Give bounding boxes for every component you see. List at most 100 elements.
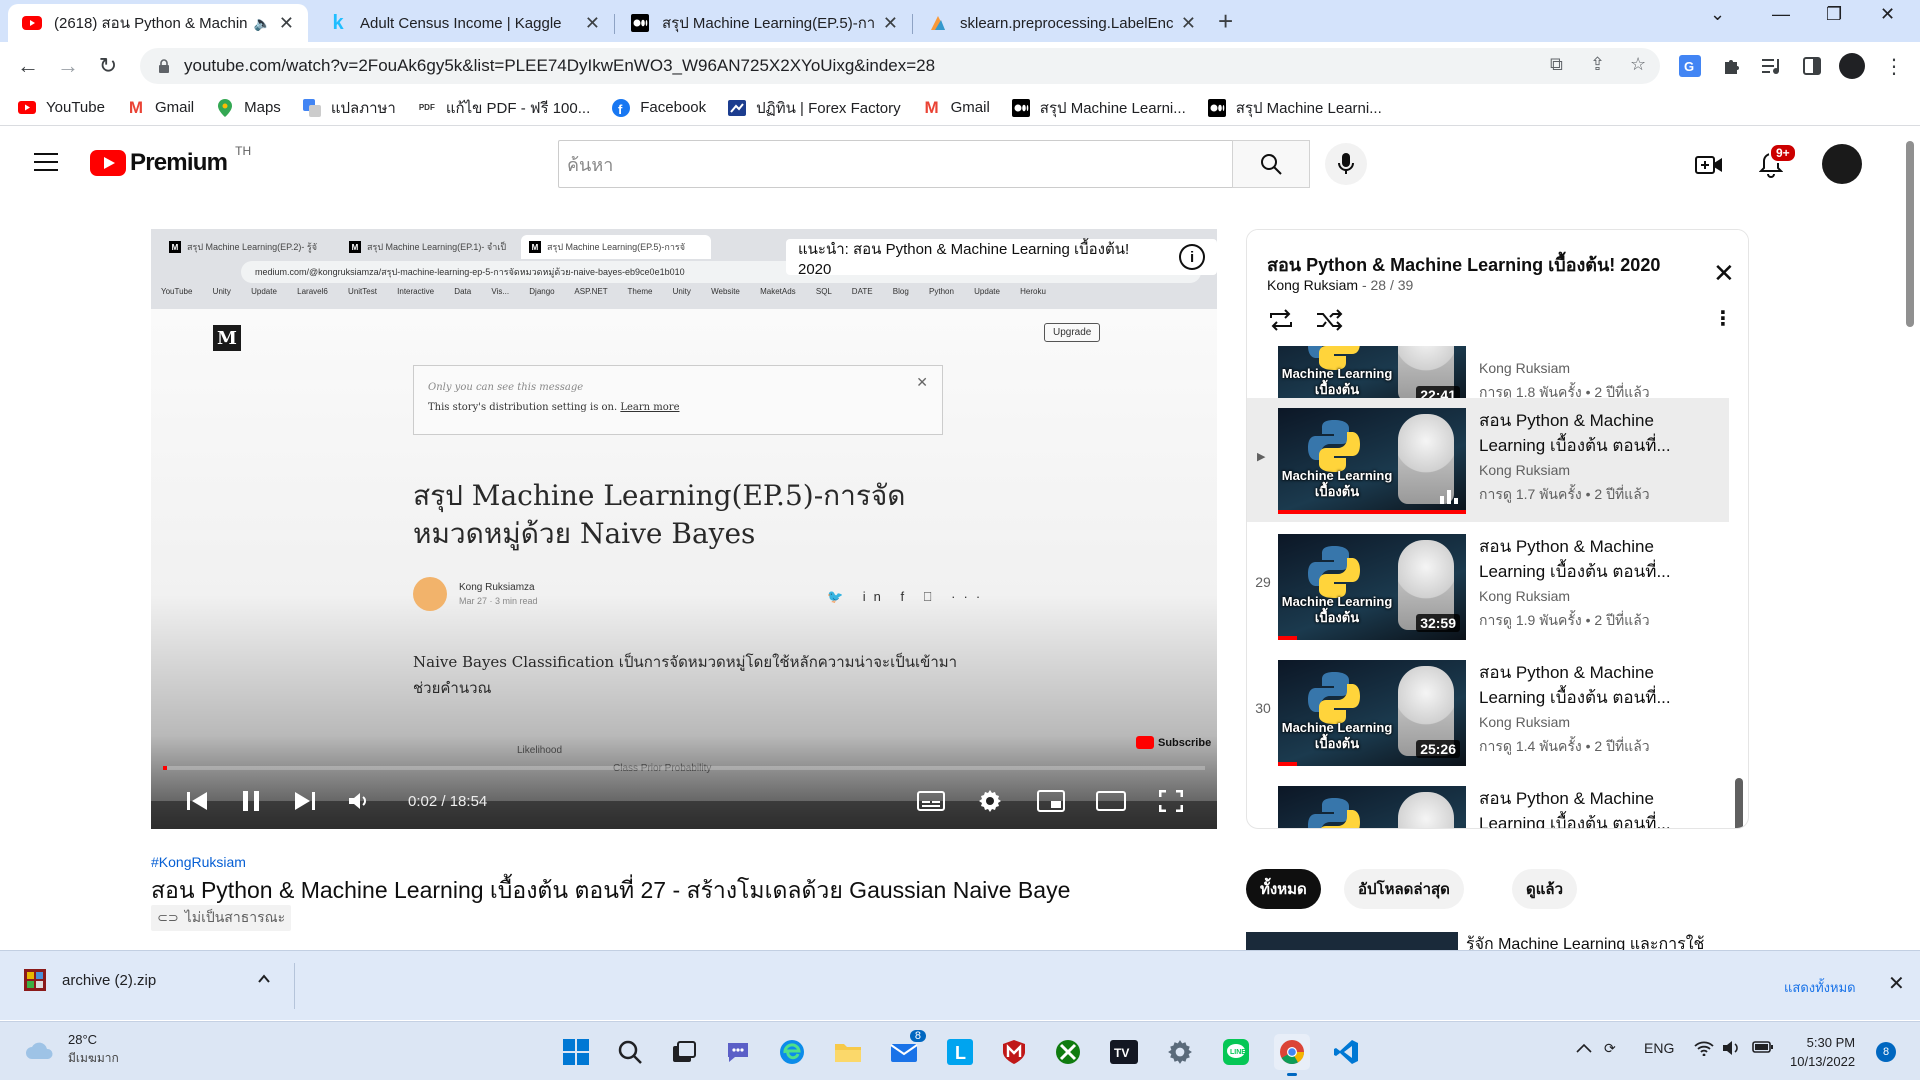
tab-medium[interactable]: สรุป Machine Learning(EP.5)-การจั ✕ [616, 4, 912, 42]
bookmark-medium-2[interactable]: สรุป Machine Learni... [1207, 96, 1382, 120]
settings-app-button[interactable] [1162, 1034, 1198, 1070]
miniplayer-button[interactable] [1035, 785, 1067, 817]
download-item[interactable]: archive (2).zip [24, 969, 156, 991]
scrollbar-thumb[interactable] [1906, 141, 1914, 327]
line-app-button[interactable]: LINE [1218, 1034, 1254, 1070]
close-tab-icon[interactable]: ✕ [1181, 13, 1196, 34]
extensions-icon[interactable] [1718, 52, 1746, 80]
weather-widget[interactable]: 28°C มีเมฆมาก [24, 1032, 119, 1068]
bookmark-maps[interactable]: Maps [216, 98, 281, 117]
new-tab-button[interactable]: + [1218, 6, 1233, 37]
notification-center-badge[interactable]: 8 [1876, 1042, 1896, 1062]
taskbar-search-button[interactable] [612, 1034, 648, 1070]
loop-icon[interactable] [1267, 306, 1295, 334]
bookmark-youtube[interactable]: YouTube [18, 99, 105, 117]
input-language[interactable]: ENG [1644, 1040, 1674, 1056]
page-scrollbar[interactable] [1900, 127, 1920, 947]
playlist-item[interactable]: 29 Machine Learning เบื้องต้น 32:59 สอน … [1247, 524, 1729, 648]
address-bar[interactable]: youtube.com/watch?v=2FouAk6gy5k&list=PLE… [140, 48, 1660, 84]
info-icon[interactable]: i [1179, 244, 1205, 270]
mcafee-button[interactable] [996, 1034, 1032, 1070]
subtitles-button[interactable] [915, 785, 947, 817]
voice-search-button[interactable] [1325, 143, 1367, 185]
volume-icon[interactable] [1722, 1040, 1742, 1059]
fullscreen-button[interactable] [1155, 785, 1187, 817]
chip-all[interactable]: ทั้งหมด [1246, 869, 1321, 909]
vscode-button[interactable] [1328, 1034, 1364, 1070]
bookmark-facebook[interactable]: f Facebook [612, 98, 706, 117]
forward-icon[interactable]: → [52, 50, 84, 82]
theater-mode-button[interactable] [1095, 785, 1127, 817]
bookmark-gmail[interactable]: M Gmail [127, 98, 194, 117]
playlist-title[interactable]: สอน Python & Machine Learning เบื้องต้น!… [1267, 250, 1660, 279]
bookmark-forex[interactable]: ปฏิทิน | Forex Factory [728, 96, 901, 120]
close-window-icon[interactable]: ✕ [1880, 4, 1895, 25]
teams-chat-button[interactable] [720, 1034, 756, 1070]
mail-button[interactable]: 8 [886, 1030, 926, 1070]
chip-watched[interactable]: ดูแล้ว [1512, 869, 1578, 909]
tab-sklearn[interactable]: sklearn.preprocessing.LabelEnco ✕ [914, 4, 1210, 42]
bookmark-pdf[interactable]: PDF แก้ไข PDF - ฟรี 100... [418, 96, 590, 120]
close-tab-icon[interactable]: ✕ [585, 13, 600, 34]
suggestion-card[interactable]: แนะนำ: สอน Python & Machine Learning เบื… [786, 239, 1217, 278]
more-options-icon[interactable]: ⋮ [1713, 306, 1733, 331]
bookmark-translate[interactable]: แปลภาษา [302, 96, 396, 120]
bookmark-medium-1[interactable]: สรุป Machine Learni... [1011, 96, 1186, 120]
chrome-menu-icon[interactable]: ⋮ [1880, 52, 1908, 80]
edge-button[interactable] [774, 1034, 810, 1070]
sync-icon[interactable]: ⟳ [1604, 1040, 1616, 1057]
notifications-button[interactable]: 9+ [1755, 143, 1797, 181]
reload-icon[interactable]: ↻ [92, 50, 124, 82]
recommendation-title[interactable]: รู้จัก Machine Learning และการใช้ [1466, 932, 1704, 950]
restore-icon[interactable]: ❐ [1826, 4, 1842, 25]
video-hashtag[interactable]: #KongRuksiam [151, 854, 246, 870]
chevron-up-icon[interactable] [258, 973, 270, 985]
guide-menu-icon[interactable] [34, 153, 58, 171]
progress-bar[interactable] [163, 766, 1205, 770]
subscribe-watermark[interactable]: Subscribe [1136, 736, 1211, 749]
file-explorer-button[interactable] [830, 1034, 866, 1070]
tab-youtube[interactable]: (2618) สอน Python & Machin 🔈 ✕ [8, 4, 308, 42]
task-view-button[interactable] [666, 1034, 702, 1070]
minimize-icon[interactable]: — [1772, 4, 1790, 25]
search-button[interactable] [1232, 140, 1310, 188]
tradingview-button[interactable]: TV [1106, 1034, 1142, 1070]
previous-button[interactable] [181, 785, 213, 817]
show-hidden-icons[interactable] [1576, 1040, 1592, 1056]
chip-recent-uploads[interactable]: อัปโหลดล่าสุด [1344, 869, 1464, 909]
show-all-downloads-link[interactable]: แสดงทั้งหมด [1784, 977, 1856, 998]
settings-button[interactable] [974, 785, 1006, 817]
create-video-button[interactable] [1693, 149, 1725, 181]
account-avatar[interactable] [1822, 144, 1862, 184]
battery-icon[interactable] [1752, 1040, 1774, 1057]
playlist-channel[interactable]: Kong Ruksiam [1267, 277, 1358, 293]
mute-button[interactable] [343, 785, 375, 817]
share-icon[interactable]: ⇪ [1590, 54, 1605, 75]
translate-extension-icon[interactable]: G [1676, 52, 1704, 80]
bookmark-gmail-2[interactable]: M Gmail [923, 98, 990, 117]
wifi-icon[interactable] [1694, 1040, 1714, 1059]
line-l-app-button[interactable]: L [942, 1034, 978, 1070]
xbox-button[interactable] [1050, 1034, 1086, 1070]
side-panel-icon[interactable] [1798, 52, 1826, 80]
audio-icon[interactable]: 🔈 [253, 15, 270, 32]
shuffle-icon[interactable] [1315, 306, 1343, 334]
system-clock[interactable]: 5:30 PM 10/13/2022 [1790, 1033, 1855, 1071]
search-input[interactable]: ค้นหา [558, 140, 1242, 188]
close-tab-icon[interactable]: ✕ [279, 13, 294, 34]
tab-kaggle[interactable]: k Adult Census Income | Kaggle ✕ [314, 4, 614, 42]
start-button[interactable] [558, 1034, 594, 1070]
playlist-scrollbar-thumb[interactable] [1735, 778, 1743, 828]
next-button[interactable] [289, 785, 321, 817]
pause-button[interactable] [235, 785, 267, 817]
playlist-item[interactable]: สอน Python & Machine Learning เบื้องต้น … [1247, 776, 1729, 828]
back-icon[interactable]: ← [12, 50, 44, 82]
close-download-shelf-icon[interactable]: ✕ [1888, 971, 1905, 996]
media-control-icon[interactable] [1758, 52, 1786, 80]
chrome-button[interactable] [1274, 1034, 1310, 1076]
youtube-premium-logo[interactable]: Premium TH [90, 144, 251, 177]
profile-avatar[interactable] [1838, 52, 1866, 80]
recommendation-thumbnail[interactable] [1246, 932, 1458, 950]
video-player[interactable]: M สรุป Machine Learning(EP.2)- รู้จั M สรุ… [151, 229, 1217, 829]
close-tab-icon[interactable]: ✕ [883, 13, 898, 34]
